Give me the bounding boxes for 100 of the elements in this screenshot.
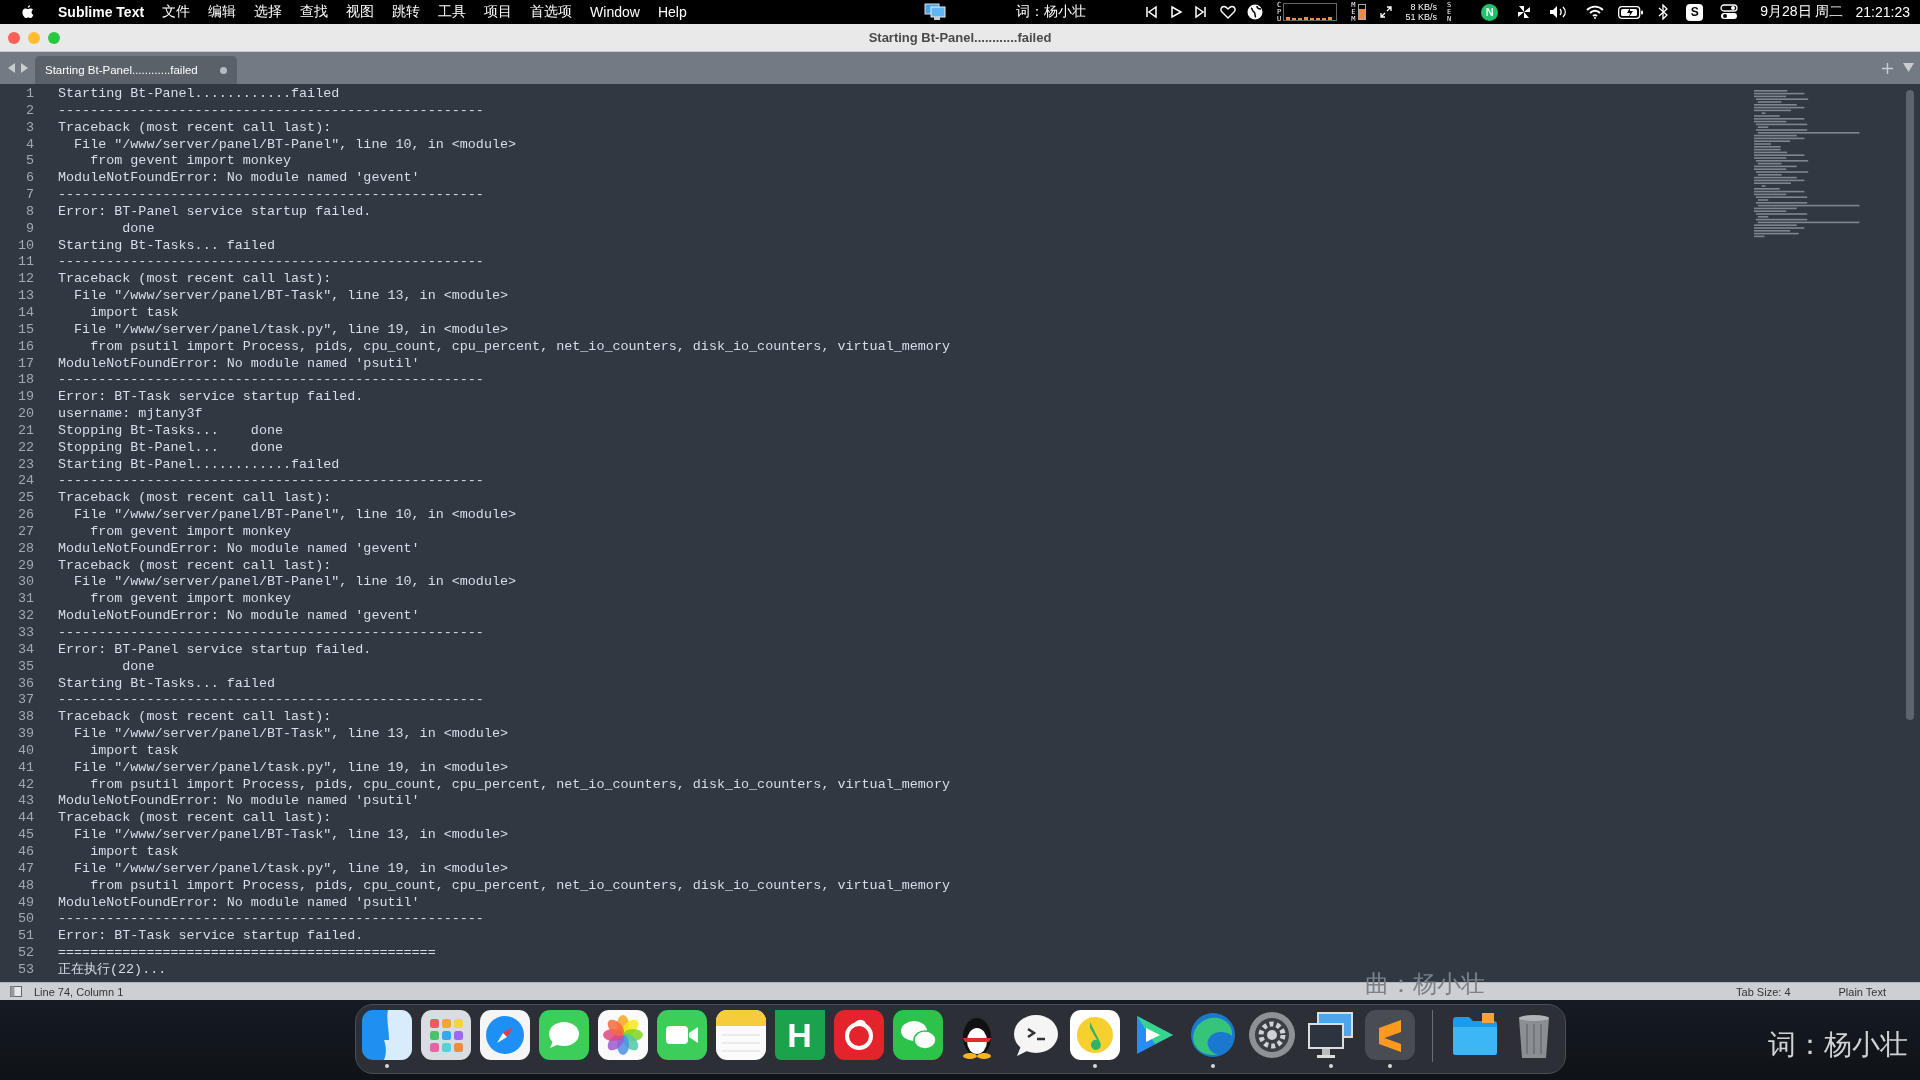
menu-item[interactable]: 文件 bbox=[162, 3, 191, 21]
bluetooth-icon[interactable] bbox=[1658, 4, 1669, 20]
syntax-setting[interactable]: Plain Text bbox=[1838, 985, 1886, 998]
app-name[interactable]: Sublime Text bbox=[58, 4, 145, 20]
line-number: 25 bbox=[16, 490, 34, 508]
video-camera-icon[interactable] bbox=[656, 1010, 707, 1060]
wifi-icon[interactable] bbox=[1586, 5, 1605, 19]
line-number: 41 bbox=[16, 759, 34, 777]
menu-item[interactable]: 工具 bbox=[438, 3, 467, 21]
dropdown-icon[interactable] bbox=[1903, 62, 1914, 72]
menu-item[interactable]: 编辑 bbox=[208, 3, 237, 21]
globe-icon[interactable] bbox=[1247, 4, 1264, 20]
compass-icon[interactable] bbox=[479, 1010, 530, 1060]
expand-icon[interactable] bbox=[1379, 6, 1392, 18]
battery-icon[interactable] bbox=[1618, 5, 1645, 19]
monitor-icon[interactable] bbox=[1305, 1010, 1356, 1060]
code-line: File "/www/server/panel/BT-Task", line 13, in <module> bbox=[73, 288, 508, 305]
line-number: 14 bbox=[16, 304, 34, 322]
code-line: done bbox=[121, 220, 155, 238]
forward-arrow-icon[interactable] bbox=[20, 63, 28, 73]
line-number: 2 bbox=[24, 102, 34, 120]
code-line: from gevent import monkey bbox=[89, 523, 292, 541]
line-number: 47 bbox=[16, 860, 34, 878]
play-icon[interactable] bbox=[1169, 5, 1184, 19]
code-line: Traceback (most recent call last): bbox=[58, 490, 332, 508]
tab-size-setting[interactable]: Tab Size: 4 bbox=[1736, 985, 1791, 998]
code-line: ----------------------------------------------------- bbox=[58, 692, 484, 710]
tab[interactable]: Starting Bt-Panel............failed bbox=[35, 56, 237, 84]
lyric-text: 词：杨小壮 bbox=[1016, 3, 1087, 21]
pinwheel-icon[interactable] bbox=[1516, 4, 1533, 20]
menu-item[interactable]: Help bbox=[657, 4, 687, 20]
line-number: 11 bbox=[16, 254, 34, 272]
next-icon[interactable] bbox=[1194, 5, 1209, 19]
menu-item[interactable]: 选择 bbox=[254, 3, 283, 21]
line-number: 48 bbox=[16, 877, 34, 895]
s-badge[interactable]: S bbox=[1686, 3, 1704, 21]
plus-icon[interactable] bbox=[1882, 62, 1893, 74]
grid-icon[interactable] bbox=[420, 1010, 471, 1060]
line-number: 29 bbox=[16, 557, 34, 575]
chat-bubbles-icon[interactable] bbox=[892, 1010, 943, 1060]
code-line: from psutil import Process, pids, cpu_count, cpu_percent, net_io_counters, disk_io_counters, virtual_memory bbox=[89, 877, 950, 895]
menu-item[interactable]: 项目 bbox=[484, 3, 513, 21]
control-center-icon[interactable] bbox=[1720, 4, 1739, 20]
back-arrow-icon[interactable] bbox=[8, 63, 16, 73]
code-line: ----------------------------------------------------- bbox=[58, 372, 484, 390]
heart-icon[interactable] bbox=[1220, 5, 1237, 19]
code-line: File "/www/server/panel/task.py", line 19, in <module> bbox=[73, 321, 508, 339]
menu-item[interactable]: 视图 bbox=[346, 3, 375, 21]
code-line: import task bbox=[89, 843, 179, 861]
menu-item[interactable]: 查找 bbox=[300, 3, 329, 21]
line-number: 34 bbox=[16, 641, 34, 659]
line-number: 6 bbox=[24, 170, 34, 188]
line-number: 8 bbox=[24, 203, 34, 221]
scrollbar-thumb[interactable] bbox=[1906, 90, 1914, 720]
speech-bubble-icon[interactable] bbox=[538, 1010, 589, 1060]
code-line: File "/www/server/panel/BT-Task", line 13, in <module> bbox=[73, 726, 508, 743]
line-number: 35 bbox=[16, 658, 34, 676]
code-line: Error: BT-Panel service startup failed. bbox=[58, 641, 372, 659]
code-line: 正在执行(22)... bbox=[58, 961, 167, 979]
notepad-icon[interactable] bbox=[715, 1010, 766, 1060]
code-line: username: mjtany3f bbox=[58, 406, 203, 423]
code-line: ----------------------------------------------------- bbox=[58, 102, 484, 120]
code-line: Traceback (most recent call last): bbox=[58, 119, 332, 137]
line-number: 1 bbox=[24, 86, 34, 103]
line-number: 17 bbox=[16, 355, 34, 373]
code-line: ----------------------------------------------------- bbox=[58, 187, 484, 204]
line-number: 31 bbox=[16, 591, 34, 609]
menu-item[interactable]: Window bbox=[590, 4, 640, 20]
code-line: ModuleNotFoundError: No module named 'gevent' bbox=[58, 540, 420, 558]
code-line: Error: BT-Panel service startup failed. bbox=[58, 203, 372, 221]
code-line: File "/www/server/panel/task.py", line 19, in <module> bbox=[73, 759, 508, 777]
music-note-icon[interactable] bbox=[1069, 1010, 1120, 1060]
previous-icon[interactable] bbox=[1144, 5, 1159, 19]
download-speed: 51 KB/s bbox=[1405, 12, 1438, 22]
line-number: 15 bbox=[16, 321, 34, 339]
code-line: File "/www/server/panel/BT-Panel", line 10, in <module> bbox=[73, 574, 517, 592]
line-number: 39 bbox=[16, 726, 34, 743]
line-number: 40 bbox=[16, 742, 34, 760]
code-line: ----------------------------------------------------- bbox=[58, 254, 484, 272]
two-tone-square-icon[interactable] bbox=[361, 1010, 412, 1060]
code-line: from gevent import monkey bbox=[89, 591, 292, 609]
line-number: 21 bbox=[16, 422, 34, 440]
code-line: Starting Bt-Tasks... failed bbox=[58, 237, 275, 255]
panel-toggle-icon[interactable] bbox=[10, 986, 22, 997]
code-line: File "/www/server/panel/task.py", line 19, in <module> bbox=[73, 860, 508, 878]
code-line: from gevent import monkey bbox=[89, 153, 292, 171]
menu-item[interactable]: 首选项 bbox=[530, 3, 573, 21]
apple-icon[interactable] bbox=[20, 3, 36, 21]
flower-icon[interactable] bbox=[597, 1010, 648, 1060]
line-number: 37 bbox=[16, 692, 34, 710]
monitor-icon[interactable] bbox=[924, 3, 947, 21]
gear-icon[interactable] bbox=[1246, 1010, 1297, 1060]
date-text[interactable]: 9月28日 周二 bbox=[1760, 3, 1844, 21]
clock-time[interactable]: 21:21:23 bbox=[1855, 4, 1910, 20]
menu-item[interactable]: 跳转 bbox=[392, 3, 421, 21]
line-number: 36 bbox=[16, 675, 34, 693]
line-number: 4 bbox=[24, 136, 34, 154]
code-line: ModuleNotFoundError: No module named 'psutil' bbox=[58, 894, 420, 912]
line-number: 22 bbox=[16, 439, 34, 457]
line-number: 52 bbox=[16, 945, 34, 962]
